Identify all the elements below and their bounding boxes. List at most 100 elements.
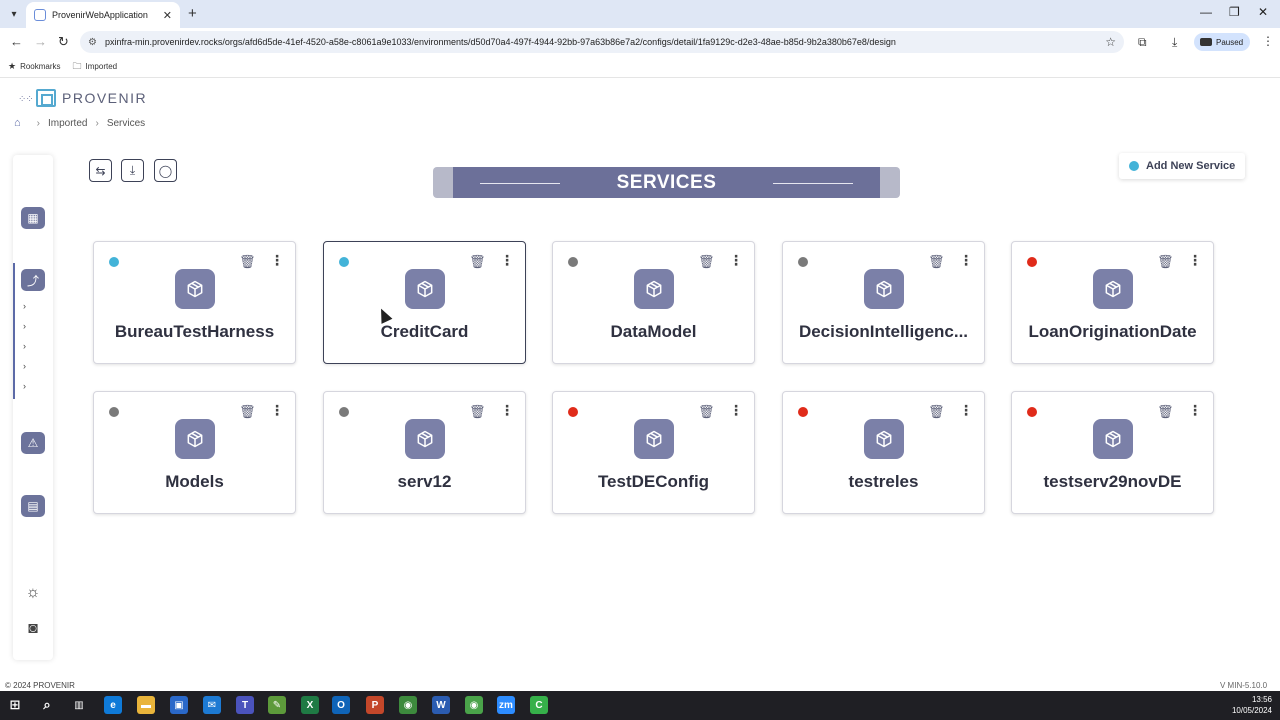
browser-menu-icon[interactable]: ⋮ [1262,34,1274,48]
service-card[interactable]: 🗑 ⋮ BureauTestHarness [93,241,296,364]
browser-tab[interactable]: ProvenirWebApplication ✕ [26,2,180,28]
minimize-icon[interactable]: — [1200,5,1212,19]
extensions-icon[interactable]: ⧉ [1138,35,1147,50]
back-arrow-icon[interactable]: ← [10,34,23,49]
rail-expand-icon[interactable]: › [23,381,26,391]
rail-expand-icon[interactable]: › [23,301,26,311]
powerpoint-icon[interactable]: P [366,696,384,714]
add-new-service-button[interactable]: Add New Service [1119,153,1245,179]
store-icon[interactable]: ▣ [170,696,188,714]
trash-icon[interactable]: 🗑 [1157,404,1174,420]
theme-sun-icon[interactable]: ☼ [23,583,43,603]
breadcrumb-imported[interactable]: Imported [48,118,87,129]
search-icon[interactable]: ⌕ [38,696,56,714]
services-grid: 🗑 ⋮ BureauTestHarness 🗑 ⋮ CreditCard 🗑 ⋮ DataMod… [93,241,1214,514]
briefcase-icon[interactable]: ▤ [21,495,45,517]
more-options-icon[interactable]: ⋮ [729,252,743,269]
notepad-icon[interactable]: ✎ [268,696,286,714]
bookmark-item[interactable]: ★ Rookmarks [8,61,61,72]
bookmark-folder-imported[interactable]: 🗀 Imported [73,59,118,75]
file-explorer-icon[interactable]: ▬ [137,696,155,714]
more-options-icon[interactable]: ⋮ [270,402,284,419]
more-options-icon[interactable]: ⋮ [270,252,284,269]
edge-icon[interactable]: e [104,696,122,714]
teams-icon[interactable]: T [236,696,254,714]
trash-icon[interactable]: 🗑 [698,254,715,270]
add-icon [1129,161,1139,171]
trash-icon[interactable]: 🗑 [239,254,256,270]
restore-icon[interactable]: ❐ [1229,5,1240,19]
more-options-icon[interactable]: ⋮ [959,252,973,269]
more-options-icon[interactable]: ⋮ [500,402,514,419]
more-options-icon[interactable]: ⋮ [959,402,973,419]
star-icon: ★ [8,61,17,71]
service-card[interactable]: 🗑 ⋮ Models [93,391,296,514]
forward-arrow-icon[interactable]: → [34,34,47,49]
service-card[interactable]: 🗑 ⋮ serv12 [323,391,526,514]
word-icon[interactable]: W [432,696,450,714]
status-indicator [1027,407,1037,417]
trash-icon[interactable]: 🗑 [928,254,945,270]
chrome-profile-icon[interactable]: ◉ [465,696,483,714]
rail-expand-icon[interactable]: › [23,321,26,331]
workflow-icon[interactable]: ⤴ [21,269,45,291]
service-card[interactable]: 🗑 ⋮ DecisionIntelligenc... [782,241,985,364]
rail-expand-icon[interactable]: › [23,341,26,351]
trash-icon[interactable]: 🗑 [469,254,486,270]
app-grid-icon[interactable]: ⁘⁘ [18,94,34,105]
service-card[interactable]: 🗑 ⋮ testreles [782,391,985,514]
tab-close-icon[interactable]: ✕ [163,9,172,22]
more-options-icon[interactable]: ⋮ [1188,402,1202,419]
mail-icon[interactable]: ✉ [203,696,221,714]
outlook-icon[interactable]: O [332,696,350,714]
service-cube-icon [634,269,674,309]
service-name: serv12 [397,472,452,491]
more-options-icon[interactable]: ⋮ [500,252,514,269]
close-window-icon[interactable]: ✕ [1258,5,1268,19]
site-info-icon[interactable]: ⚙ [88,37,97,48]
service-card[interactable]: 🗑 ⋮ TestDEConfig [552,391,755,514]
new-tab-button[interactable]: + [188,5,197,22]
zoom-icon[interactable]: zm [497,696,515,714]
trash-icon[interactable]: 🗑 [698,404,715,420]
windows-start-icon[interactable]: ⊞ [6,696,24,714]
trash-icon[interactable]: 🗑 [469,404,486,420]
more-options-icon[interactable]: ⋮ [729,402,743,419]
bookmark-star-icon[interactable]: ☆ [1105,35,1116,49]
user-profile-icon[interactable]: ◙ [23,619,43,639]
camtasia-icon[interactable]: C [530,696,548,714]
profile-button[interactable]: Paused [1194,33,1250,51]
status-indicator [339,407,349,417]
swap-icon[interactable]: ⇆ [89,159,112,182]
chrome-icon[interactable]: ◉ [399,696,417,714]
more-options-icon[interactable]: ⋮ [1188,252,1202,269]
search-icon[interactable]: ◯ [154,159,177,182]
trash-icon[interactable]: 🗑 [928,404,945,420]
service-name: BureauTestHarness [114,322,275,341]
profile-avatar-icon [1200,38,1212,46]
trash-icon[interactable]: 🗑 [1157,254,1174,270]
service-card[interactable]: 🗑 ⋮ LoanOriginationDate [1011,241,1214,364]
trash-icon[interactable]: 🗑 [239,404,256,420]
url-text[interactable]: pxinfra-min.provenirdev.rocks/orgs/afd6d… [105,37,1105,47]
status-indicator [109,257,119,267]
service-card[interactable]: 🗑 ⋮ DataModel [552,241,755,364]
excel-icon[interactable]: X [301,696,319,714]
service-card[interactable]: 🗑 ⋮ testserv29novDE [1011,391,1214,514]
download-icon[interactable]: ⤓ [1172,35,1177,50]
page-title-banner: SERVICES [433,167,900,198]
tab-search-icon[interactable]: ▾ [6,6,22,22]
rail-expand-icon[interactable]: › [23,361,26,371]
system-clock[interactable]: 13:56 10/05/2024 [1232,694,1272,716]
service-card[interactable]: 🗑 ⋮ CreditCard [323,241,526,364]
address-bar[interactable]: ⚙ pxinfra-min.provenirdev.rocks/orgs/afd… [80,31,1124,53]
alert-icon[interactable]: ⚠ [21,432,45,454]
status-indicator [1027,257,1037,267]
service-name: LoanOriginationDate [1028,322,1197,341]
task-view-icon[interactable]: ▥ [70,696,88,714]
download-icon[interactable]: ⤓ [121,159,144,182]
home-icon[interactable]: ⌂ [14,117,21,129]
footer-version: V MIN-5.10.0 [1220,681,1268,690]
reload-icon[interactable]: ↻ [58,34,69,50]
dashboard-icon[interactable]: ▦ [21,207,45,229]
